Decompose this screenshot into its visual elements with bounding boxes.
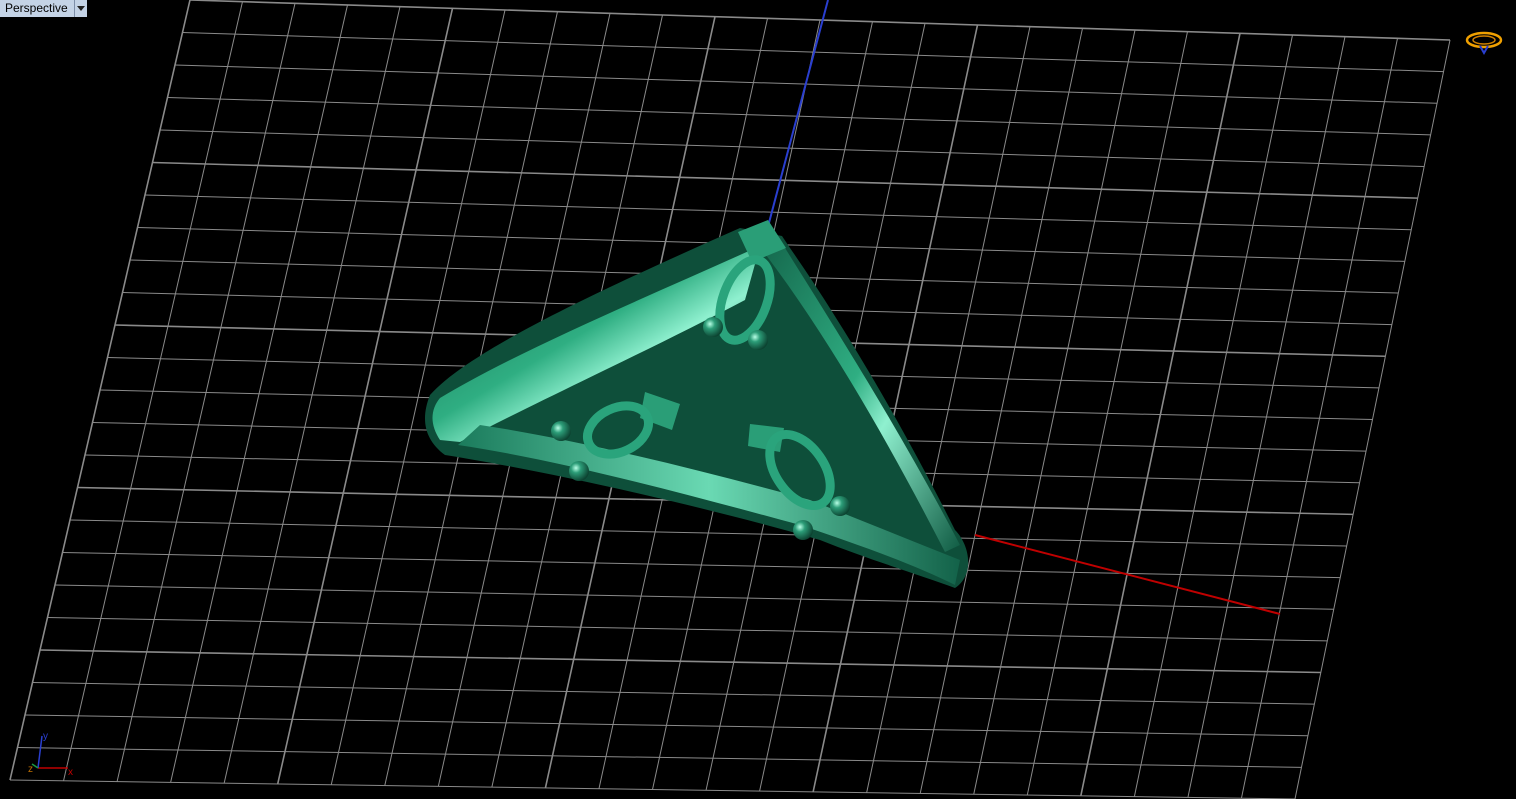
viewport-label[interactable]: Perspective <box>0 0 87 17</box>
viewport-title[interactable]: Perspective <box>0 0 75 17</box>
z-axis-label: z <box>28 764 33 775</box>
construction-plane-ring-icon[interactable] <box>1464 28 1504 56</box>
perspective-viewport[interactable] <box>0 0 1516 799</box>
dropdown-arrow-icon[interactable] <box>74 0 87 17</box>
world-axes-icon: x y z <box>28 731 73 778</box>
y-axis-label: y <box>43 731 48 742</box>
x-axis-label: x <box>68 767 73 778</box>
